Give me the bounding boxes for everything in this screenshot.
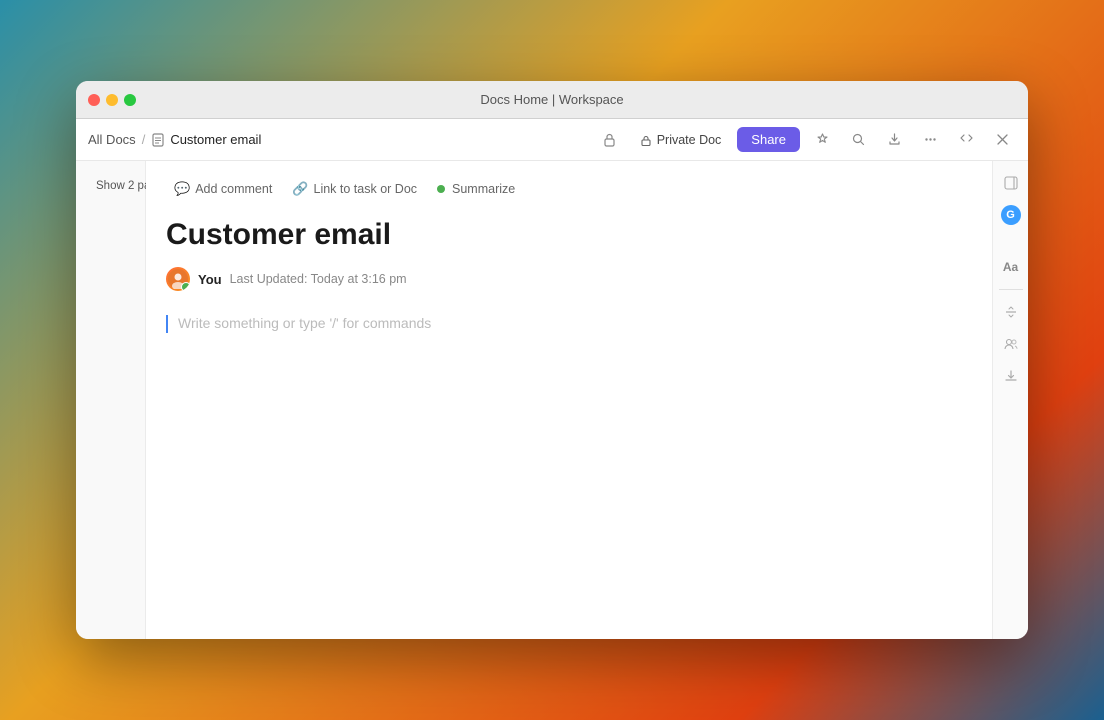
private-doc-label: Private Doc xyxy=(657,133,722,147)
private-doc-button[interactable]: Private Doc xyxy=(632,129,730,151)
more-options-button[interactable] xyxy=(916,126,944,154)
doc-last-updated: Last Updated: Today at 3:16 pm xyxy=(230,272,407,286)
minimize-button[interactable] xyxy=(106,94,118,106)
close-button[interactable] xyxy=(88,94,100,106)
comment-icon: 💬 xyxy=(174,181,190,197)
breadcrumb-separator: / xyxy=(142,132,146,147)
doc-author: You xyxy=(198,272,222,287)
collapse-sidebar-button[interactable] xyxy=(997,169,1025,197)
add-comment-button[interactable]: 💬 Add comment xyxy=(166,177,280,201)
left-sidebar: Show 2 pages xyxy=(76,161,146,639)
toolbar-right: Private Doc Share xyxy=(596,126,1016,154)
doc-placeholder[interactable]: Write something or type '/' for commands xyxy=(166,311,972,337)
summarize-label: Summarize xyxy=(452,182,515,196)
lock-button[interactable] xyxy=(596,126,624,154)
divider-1 xyxy=(999,289,1023,290)
breadcrumb-current: Customer email xyxy=(151,132,261,147)
lock-small-icon xyxy=(640,134,652,146)
placeholder-text: Write something or type '/' for commands xyxy=(178,315,431,331)
main-content: Show 2 pages 💬 Add comment 🔗 Link to tas… xyxy=(76,161,1028,639)
window-title: Docs Home | Workspace xyxy=(480,92,623,107)
action-bar: 💬 Add comment 🔗 Link to task or Doc Summ… xyxy=(146,161,992,209)
export-button[interactable] xyxy=(880,126,908,154)
divider-icon xyxy=(1004,305,1018,319)
maximize-button[interactable] xyxy=(124,94,136,106)
link-task-label: Link to task or Doc xyxy=(314,182,418,196)
doc-title: Customer email xyxy=(166,217,972,253)
collapse-icon xyxy=(959,132,974,147)
lock-icon xyxy=(602,132,617,147)
doc-icon xyxy=(151,133,165,147)
title-bar: Docs Home | Workspace xyxy=(76,81,1028,119)
toolbar: All Docs / Customer email xyxy=(76,119,1028,161)
right-sidebar: G Aa xyxy=(992,161,1028,639)
summarize-dot xyxy=(437,185,445,193)
breadcrumb-current-label: Customer email xyxy=(170,132,261,147)
star-icon xyxy=(815,132,830,147)
doc-editor[interactable]: Customer email You Last Updated: Today a… xyxy=(146,209,992,639)
download-button[interactable] xyxy=(997,362,1025,390)
font-size-label: Aa xyxy=(1003,260,1018,274)
traffic-lights xyxy=(88,94,136,106)
ai-button[interactable]: G xyxy=(1001,205,1021,225)
collaborators-button[interactable] xyxy=(997,330,1025,358)
main-window: Docs Home | Workspace All Docs / Custome… xyxy=(76,81,1028,639)
close-window-button[interactable] xyxy=(988,126,1016,154)
breadcrumb-parent[interactable]: All Docs xyxy=(88,132,136,147)
search-button[interactable] xyxy=(844,126,872,154)
add-comment-label: Add comment xyxy=(195,182,272,196)
collaborators-icon xyxy=(1004,337,1018,351)
summarize-button[interactable]: Summarize xyxy=(429,178,523,200)
collapse-button[interactable] xyxy=(952,126,980,154)
document-content: 💬 Add comment 🔗 Link to task or Doc Summ… xyxy=(146,161,992,639)
link-icon: 🔗 xyxy=(292,181,308,197)
search-icon xyxy=(851,132,866,147)
collapse-right-icon xyxy=(1004,176,1018,190)
close-icon xyxy=(996,133,1009,146)
breadcrumb: All Docs / Customer email xyxy=(88,132,588,147)
text-cursor xyxy=(166,315,168,333)
ellipsis-icon xyxy=(923,132,938,147)
star-button[interactable] xyxy=(808,126,836,154)
doc-meta: You Last Updated: Today at 3:16 pm xyxy=(166,267,972,291)
export-icon xyxy=(887,132,902,147)
divider-icon-btn[interactable] xyxy=(997,298,1025,326)
show-pages-item[interactable]: Show 2 pages xyxy=(82,173,139,199)
share-button[interactable]: Share xyxy=(737,127,800,152)
download-icon xyxy=(1004,369,1018,383)
avatar-badge xyxy=(181,282,190,291)
font-size-button[interactable]: Aa xyxy=(997,253,1025,281)
link-task-button[interactable]: 🔗 Link to task or Doc xyxy=(284,177,425,201)
avatar xyxy=(166,267,190,291)
